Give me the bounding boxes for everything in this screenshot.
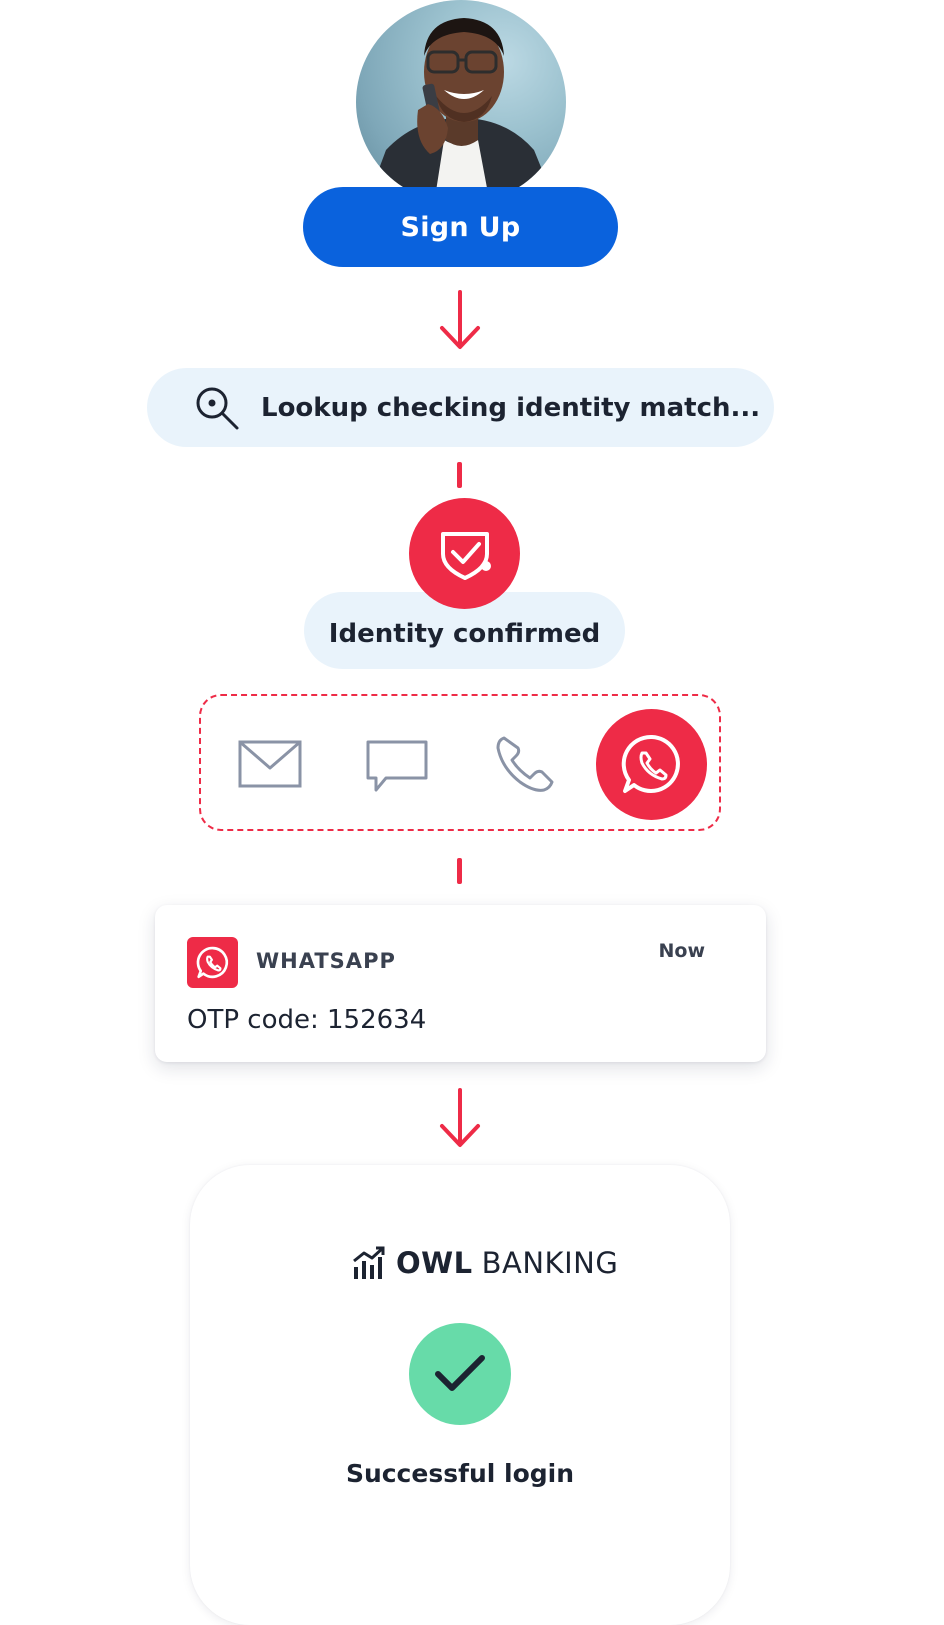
phone-icon[interactable] (494, 734, 556, 796)
notification-time: Now (658, 940, 705, 962)
owl-banking-logo-icon (353, 1246, 385, 1279)
email-icon[interactable] (237, 738, 303, 790)
person-on-phone-illustration (366, 18, 556, 204)
whatsapp-icon (621, 734, 680, 793)
notification-message: OTP code: 152634 (187, 1005, 427, 1035)
arrow-down-icon (440, 290, 480, 349)
user-avatar (356, 0, 566, 204)
success-badge (409, 1323, 511, 1425)
checkmark-icon (435, 1355, 485, 1391)
login-status: Successful login (345, 1459, 575, 1488)
sign-up-button[interactable]: Sign Up (303, 187, 618, 267)
search-icon (196, 387, 239, 429)
chat-bubble-icon[interactable] (364, 738, 430, 794)
shield-check-icon (440, 531, 491, 580)
arrow-down-icon (440, 1088, 480, 1147)
connector-dash (457, 858, 462, 884)
brand-name-light: BANKING (481, 1246, 619, 1280)
lookup-label: Lookup checking identity match... (261, 392, 761, 423)
bank-login-card: OWL BANKING Successful login (190, 1165, 730, 1625)
bank-brand: OWL BANKING (352, 1245, 618, 1281)
sign-up-label: Sign Up (400, 211, 521, 243)
connector-dash (457, 462, 462, 488)
whatsapp-notification[interactable]: WHATSAPP Now OTP code: 152634 (155, 905, 766, 1062)
lookup-status-pill: Lookup checking identity match... (147, 368, 774, 447)
identity-badge (409, 498, 520, 609)
identity-confirmed-label: Identity confirmed (328, 618, 601, 649)
notification-app-name: WHATSAPP (256, 949, 396, 973)
whatsapp-icon (196, 946, 228, 978)
brand-name-bold: OWL (396, 1246, 473, 1280)
whatsapp-channel-button[interactable] (596, 709, 707, 820)
whatsapp-app-icon (187, 937, 238, 988)
